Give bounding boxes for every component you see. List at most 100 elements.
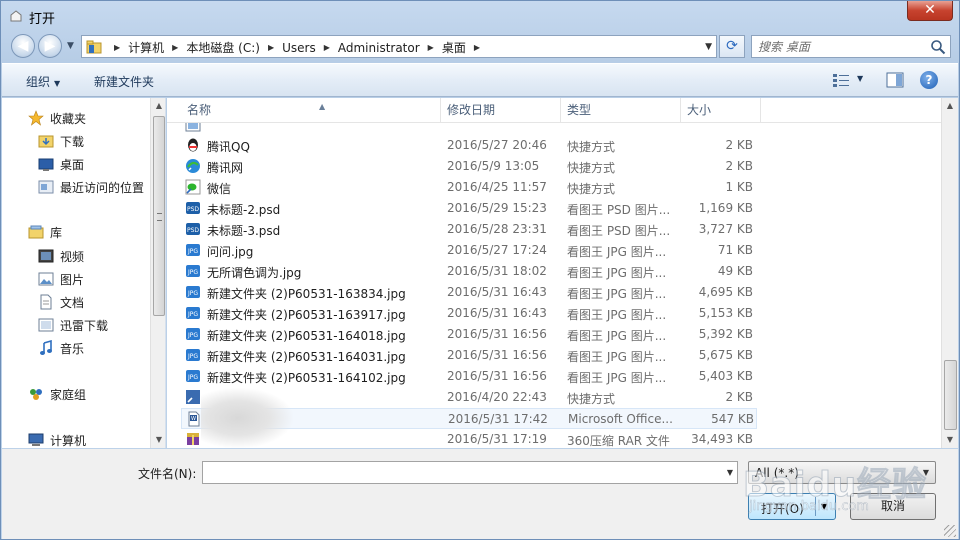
psd-icon: PSD [185, 200, 201, 216]
library-icon [28, 225, 44, 239]
search-icon[interactable] [930, 39, 946, 55]
nav-videos[interactable]: 视频 [38, 246, 84, 266]
file-date-modified: 2016/5/27 17:24 [447, 243, 547, 257]
view-options-icon[interactable] [832, 72, 850, 88]
chevron-right-icon[interactable]: ▶ [428, 43, 434, 52]
nav-music[interactable]: 音乐 [38, 338, 84, 358]
file-list-scrollbar[interactable]: ▲ ▼ [941, 98, 958, 448]
chevron-right-icon[interactable]: ▶ [172, 43, 178, 52]
file-type: Microsoft Office... [568, 412, 673, 426]
column-size[interactable]: 大小 [681, 98, 761, 123]
nav-recent-places[interactable]: 最近访问的位置 [38, 177, 144, 197]
file-row[interactable]: 微信 2016/4/25 11:57 快捷方式 1 KB [181, 177, 757, 198]
breadcrumb-computer[interactable]: 计算机 [128, 39, 164, 56]
file-row[interactable]: JPG 新建文件夹 (2)P60531-163917.jpg 2016/5/31 1… [181, 303, 757, 324]
file-row[interactable]: 腾讯网 2016/5/9 13:05 快捷方式 2 KB [181, 156, 757, 177]
new-folder-button[interactable]: 新建文件夹 [94, 73, 154, 90]
baidu-watermark: Baidu经验 jingyan.baidu.com [742, 433, 953, 533]
file-size: 5,392 KB [698, 327, 753, 341]
organize-label: 组织 [26, 75, 51, 89]
file-date-modified: 2016/5/31 16:56 [447, 348, 547, 362]
nav-desktop-label: 桌面 [60, 157, 85, 172]
column-type[interactable]: 类型 [561, 98, 681, 123]
close-button[interactable]: ✕ [907, 1, 953, 21]
file-name: 新建文件夹 (2)P60531-163917.jpg [207, 308, 406, 322]
chevron-right-icon[interactable]: ▶ [474, 43, 480, 52]
forward-button[interactable]: ▶ [38, 34, 62, 58]
filename-combobox[interactable]: ▼ [202, 461, 738, 484]
nav-documents[interactable]: 文档 [38, 292, 84, 312]
refresh-button[interactable]: ⟳ [719, 35, 745, 58]
file-row[interactable]: JPG 新建文件夹 (2)P60531-164102.jpg 2016/5/31 1… [181, 366, 757, 387]
breadcrumb-users[interactable]: Users [282, 41, 316, 55]
breadcrumb-administrator[interactable]: Administrator [338, 41, 420, 55]
file-row[interactable]: 腾讯QQ 2016/5/27 20:46 快捷方式 2 KB [181, 135, 757, 156]
nav-downloads[interactable]: 下载 [38, 131, 84, 151]
nav-favorites[interactable]: 收藏夹 [28, 108, 86, 128]
svg-text:JPG: JPG [187, 269, 198, 276]
file-date-modified: 2016/5/31 16:56 [447, 369, 547, 383]
preview-pane-icon[interactable] [886, 72, 904, 88]
nav-downloads-label: 下载 [60, 134, 85, 149]
file-name: 未标题-3.psd [207, 224, 281, 238]
navigation-pane: 收藏夹 下载 桌面 最近访问的位置 库 视频 图片 文档 迅雷下载 音乐 家庭组… [2, 98, 166, 448]
search-box[interactable] [751, 35, 951, 58]
file-row[interactable] [181, 123, 757, 135]
video-icon [38, 249, 54, 263]
organize-button[interactable]: 组织 ▼ [26, 73, 60, 90]
file-date-modified: 2016/4/20 22:43 [447, 390, 547, 404]
navigation-row: ◀ ▶ ▼ ▶ 计算机 ▶ 本地磁盘 (C:) ▶ Users ▶ Admini… [1, 31, 959, 61]
scrollbar-thumb[interactable] [153, 116, 165, 316]
file-row[interactable]: JPG 新建文件夹 (2)P60531-163834.jpg 2016/5/31 1… [181, 282, 757, 303]
view-dropdown-arrow[interactable]: ▼ [857, 74, 863, 83]
file-name: 未标题-2.psd [207, 203, 281, 217]
chevron-right-icon[interactable]: ▶ [324, 43, 330, 52]
file-type: 看图王 JPG 图片... [567, 371, 667, 385]
column-date-modified[interactable]: 修改日期 [441, 98, 561, 123]
scroll-down-arrow-icon[interactable]: ▼ [151, 432, 165, 448]
scroll-up-arrow-icon[interactable]: ▲ [151, 98, 165, 114]
column-name[interactable]: 名称 ▲ [181, 98, 441, 123]
desktop-icon [38, 158, 54, 171]
navigation-pane-scrollbar[interactable]: ▲ ▼ [150, 98, 165, 448]
address-bar[interactable]: ▶ 计算机 ▶ 本地磁盘 (C:) ▶ Users ▶ Administrato… [81, 35, 717, 58]
nav-pictures-label: 图片 [60, 272, 85, 287]
file-size: 5,675 KB [698, 348, 753, 362]
title-bar[interactable]: 打开 ✕ [1, 1, 959, 31]
address-history-dropdown[interactable]: ▼ [705, 42, 712, 52]
file-row[interactable]: PSD 未标题-3.psd 2016/5/28 23:31 看图王 PSD 图片...… [181, 219, 757, 240]
jpg-icon: JPG [185, 284, 201, 300]
nav-thunder-downloads[interactable]: 迅雷下载 [38, 315, 108, 335]
help-icon[interactable]: ? [920, 71, 938, 89]
nav-libraries-label: 库 [50, 225, 63, 240]
nav-homegroup[interactable]: 家庭组 [28, 384, 86, 404]
back-arrow-icon: ◀ [17, 38, 29, 54]
file-row[interactable]: JPG 新建文件夹 (2)P60531-164031.jpg 2016/5/31 1… [181, 345, 757, 366]
library-folder-icon [38, 318, 54, 332]
chevron-right-icon[interactable]: ▶ [114, 43, 120, 52]
nav-desktop[interactable]: 桌面 [38, 154, 84, 174]
file-row[interactable]: JPG 问问.jpg 2016/5/27 17:24 看图王 JPG 图片... 71 … [181, 240, 757, 261]
search-input[interactable] [758, 38, 928, 56]
filename-input[interactable] [207, 464, 717, 481]
svg-text:PSD: PSD [187, 227, 199, 234]
chevron-right-icon[interactable]: ▶ [268, 43, 274, 52]
file-row[interactable]: PSD 未标题-2.psd 2016/5/29 15:23 看图王 PSD 图片...… [181, 198, 757, 219]
back-button[interactable]: ◀ [11, 34, 35, 58]
nav-pictures[interactable]: 图片 [38, 269, 84, 289]
scrollbar-thumb[interactable] [944, 360, 957, 430]
file-row[interactable]: JPG 无所谓色调为.jpg 2016/5/31 18:02 看图王 JPG 图片..… [181, 261, 757, 282]
scroll-up-arrow-icon[interactable]: ▲ [942, 98, 958, 114]
chevron-down-icon[interactable]: ▼ [727, 468, 733, 477]
breadcrumb-local-disk[interactable]: 本地磁盘 (C:) [186, 39, 260, 56]
file-row[interactable]: JPG 新建文件夹 (2)P60531-164018.jpg 2016/5/31 1… [181, 324, 757, 345]
open-file-dialog: 打开 ✕ ◀ ▶ ▼ ▶ 计算机 ▶ 本地磁盘 (C:) ▶ Users ▶ A… [0, 0, 960, 540]
file-date-modified: 2016/5/31 18:02 [447, 264, 547, 278]
nav-libraries[interactable]: 库 [28, 222, 62, 242]
nav-computer[interactable]: 计算机 [28, 430, 86, 448]
recent-pages-dropdown[interactable]: ▼ [67, 41, 74, 51]
filename-label: 文件名(N): [138, 467, 197, 481]
browser-icon [185, 158, 201, 174]
picture-icon [38, 272, 54, 286]
breadcrumb-desktop[interactable]: 桌面 [442, 39, 466, 56]
